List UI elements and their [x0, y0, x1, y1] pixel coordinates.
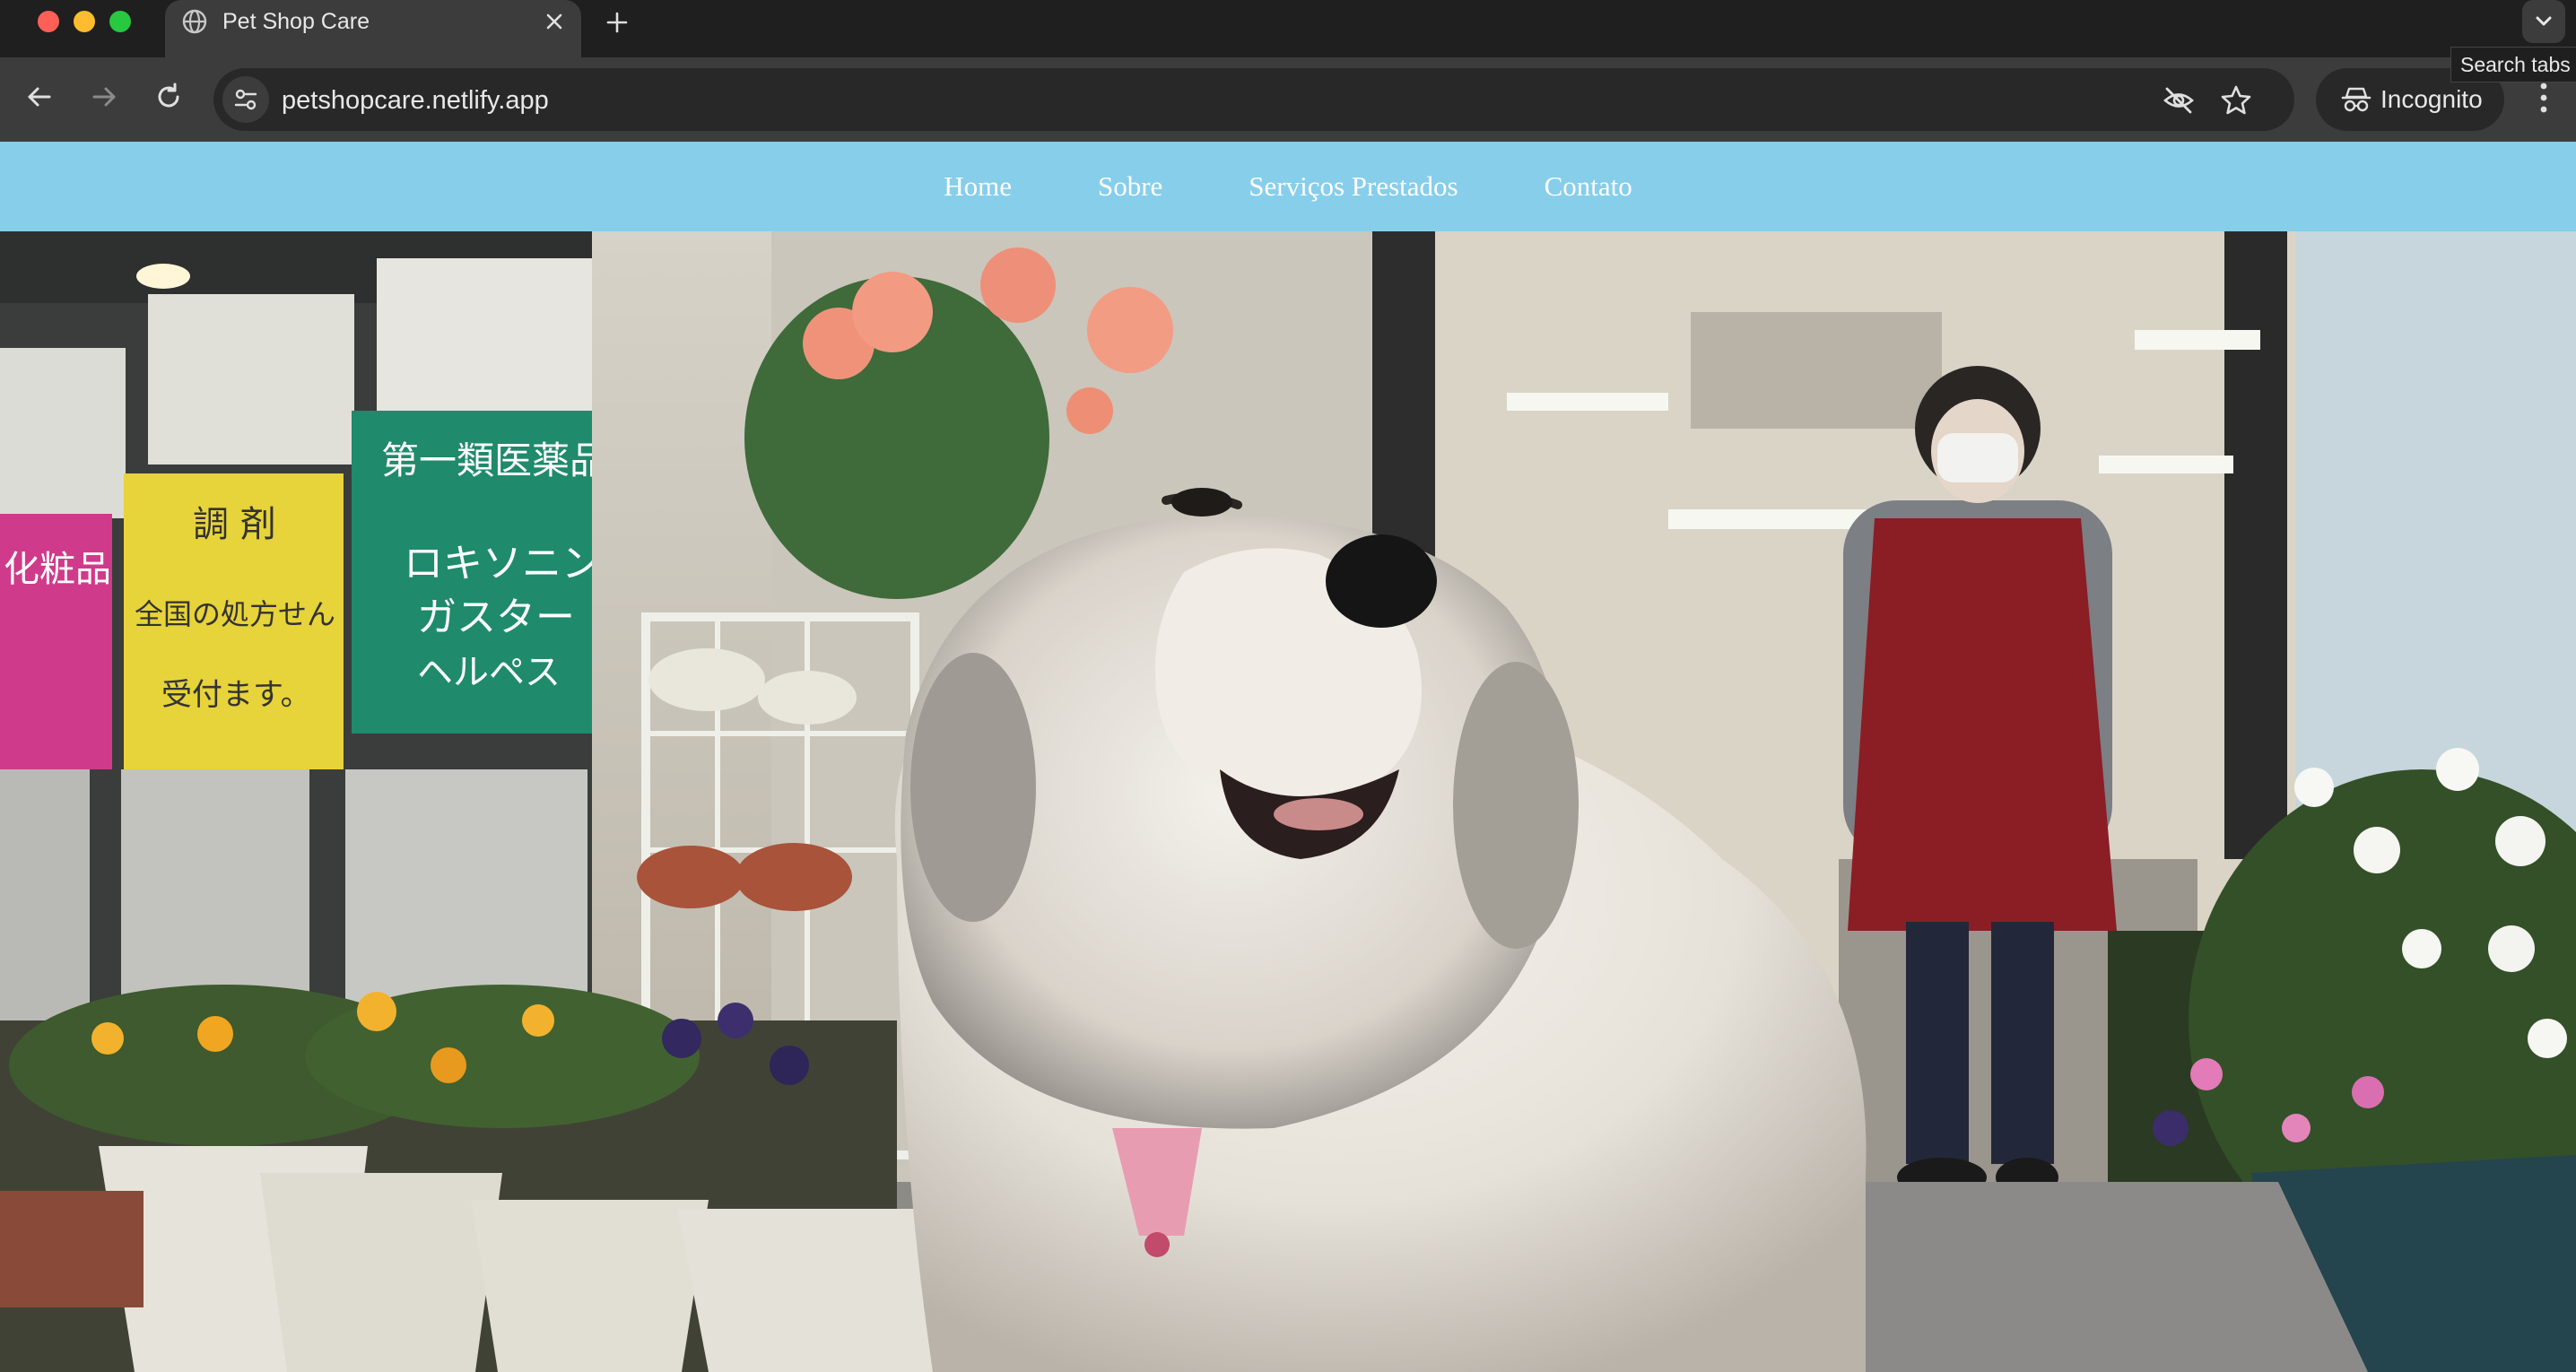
green-sign-line-4: ヘルペス [417, 652, 561, 693]
maximize-window-button[interactable] [109, 11, 131, 32]
kebab-menu-icon[interactable] [2528, 77, 2560, 118]
pink-sign-text: 化粧品 [4, 549, 111, 590]
url-text[interactable]: petshopcare.netlify.app [282, 86, 549, 115]
green-sign-line-3: ガスター [417, 595, 575, 640]
close-window-button[interactable] [38, 11, 59, 32]
incognito-icon [2341, 87, 2371, 112]
back-button[interactable] [22, 79, 57, 115]
nav-sobre-link[interactable]: Sobre [1098, 170, 1162, 203]
nav-home-link[interactable]: Home [944, 170, 1012, 203]
web-page: Home Sobre Serviços Prestados Contato 化粧… [0, 142, 2576, 1372]
tune-icon [234, 89, 257, 110]
tab-strip: Pet Shop Care [0, 0, 2576, 57]
dog-nose [1326, 534, 1437, 628]
eye-slash-icon[interactable] [2162, 83, 2196, 117]
chevron-down-icon [2536, 16, 2552, 26]
nav-servicos-link[interactable]: Serviços Prestados [1249, 170, 1458, 203]
browser-toolbar: petshopcare.netlify.app Incognito [0, 57, 2576, 142]
browser-window: Pet Shop Care Search tabs petshopcare.ne… [0, 0, 2576, 1372]
yellow-sign-line-1: 調 剤 [193, 504, 276, 545]
close-icon[interactable] [540, 7, 569, 36]
tab-pet-shop-care[interactable]: Pet Shop Care [165, 0, 581, 57]
forward-button[interactable] [86, 79, 122, 115]
site-info-button[interactable] [222, 76, 269, 123]
tab-search-button[interactable] [2522, 0, 2565, 43]
address-bar[interactable]: petshopcare.netlify.app [213, 68, 2294, 131]
reload-button[interactable] [151, 79, 187, 115]
globe-icon [182, 9, 207, 34]
minimize-window-button[interactable] [74, 11, 95, 32]
tab-search-tooltip: Search tabs [2450, 47, 2576, 82]
nav-contato-link[interactable]: Contato [1545, 170, 1632, 203]
yellow-sign-line-2: 全国の処方せん [135, 597, 335, 631]
green-sign-line-2: ロキソニン [404, 541, 601, 586]
star-icon[interactable] [2219, 83, 2253, 117]
nav-list: Home Sobre Serviços Prestados Contato [0, 142, 2576, 231]
hero-photo: 化粧品 調 剤 全国の処方せん 受付ます。 第一類医薬品 ロキソニン ガスター … [0, 231, 2576, 1372]
green-sign-line-1: 第一類医薬品 [381, 439, 607, 482]
site-navbar: Home Sobre Serviços Prestados Contato [0, 142, 2576, 231]
hero-illustration: 化粧品 調 剤 全国の処方せん 受付ます。 第一類医薬品 ロキソニン ガスター … [0, 231, 2576, 1372]
new-tab-button[interactable] [601, 6, 633, 39]
incognito-label: Incognito [2380, 85, 2483, 113]
tab-title: Pet Shop Care [222, 9, 370, 34]
yellow-sign-line-3: 受付ます。 [161, 677, 311, 713]
